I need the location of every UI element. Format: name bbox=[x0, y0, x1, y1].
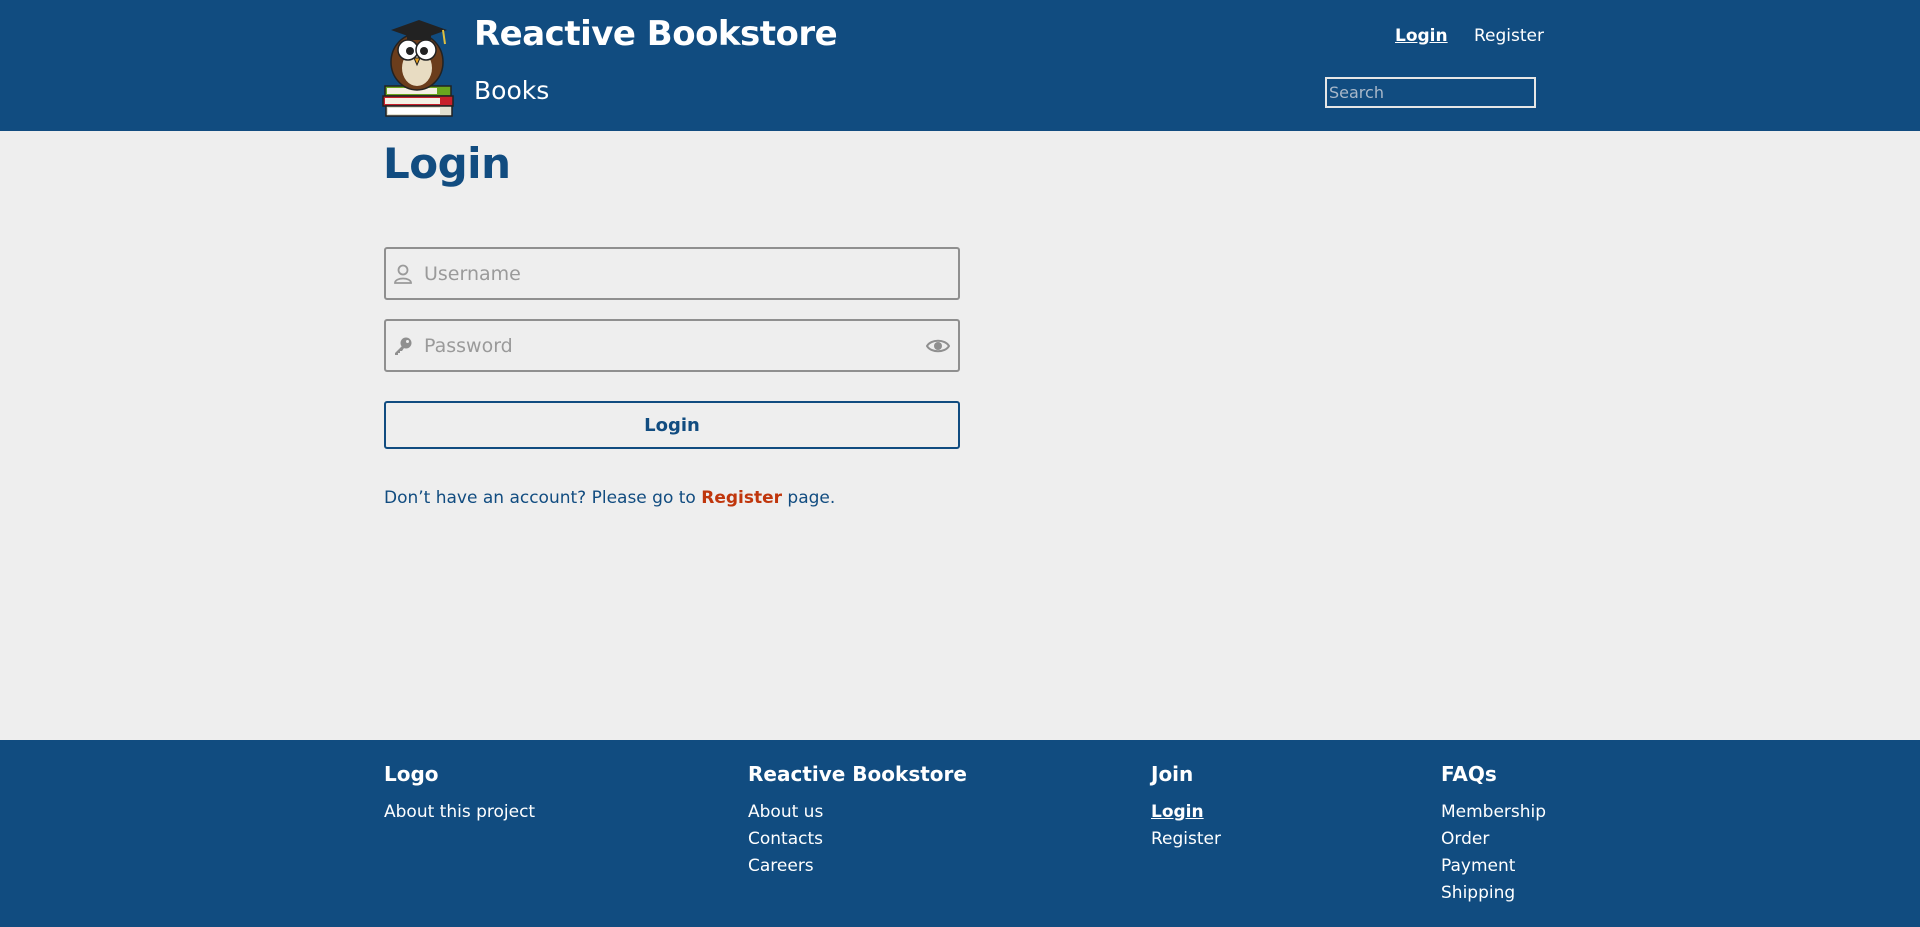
user-icon bbox=[394, 264, 412, 284]
footer-column-join: Join Login Register bbox=[1151, 762, 1221, 853]
register-link[interactable]: Register bbox=[701, 488, 782, 508]
owl-logo[interactable] bbox=[381, 12, 457, 120]
footer-column-faqs: FAQs Membership Order Payment Shipping bbox=[1441, 762, 1546, 907]
footer-column-bookstore: Reactive Bookstore About us Contacts Car… bbox=[748, 762, 967, 880]
footer-link-about-project[interactable]: About this project bbox=[384, 799, 535, 826]
site-footer: Logo About this project Reactive Booksto… bbox=[0, 740, 1920, 927]
search-input[interactable] bbox=[1325, 77, 1536, 108]
footer-link-register[interactable]: Register bbox=[1151, 826, 1221, 853]
page-title: Login bbox=[383, 139, 511, 188]
footer-link-shipping[interactable]: Shipping bbox=[1441, 880, 1546, 907]
footer-heading: Join bbox=[1151, 762, 1194, 786]
footer-link-payment[interactable]: Payment bbox=[1441, 853, 1546, 880]
footer-link-careers[interactable]: Careers bbox=[748, 853, 967, 880]
footer-link-contacts[interactable]: Contacts bbox=[748, 826, 967, 853]
footer-heading: Reactive Bookstore bbox=[748, 762, 967, 786]
footer-link-membership[interactable]: Membership bbox=[1441, 799, 1546, 826]
password-input[interactable] bbox=[424, 321, 904, 370]
key-icon bbox=[395, 337, 412, 355]
site-header: Reactive Bookstore Books Login Register bbox=[0, 0, 1920, 131]
password-field[interactable] bbox=[384, 319, 960, 372]
footer-heading: Logo bbox=[384, 762, 439, 786]
register-hint-suffix: page. bbox=[782, 488, 836, 508]
footer-link-order[interactable]: Order bbox=[1441, 826, 1546, 853]
footer-column-logo: Logo About this project bbox=[384, 762, 535, 826]
eye-icon[interactable] bbox=[926, 336, 950, 356]
footer-link-about-us[interactable]: About us bbox=[748, 799, 967, 826]
register-hint-prefix: Don’t have an account? Please go to bbox=[384, 488, 702, 508]
username-field[interactable] bbox=[384, 247, 960, 300]
nav-books[interactable]: Books bbox=[474, 76, 549, 105]
footer-heading: FAQs bbox=[1441, 762, 1497, 786]
brand-title[interactable]: Reactive Bookstore bbox=[474, 14, 838, 54]
nav-register-link[interactable]: Register bbox=[1474, 26, 1544, 46]
register-hint: Don’t have an account? Please go to Regi… bbox=[384, 488, 835, 508]
nav-login-link[interactable]: Login bbox=[1395, 26, 1448, 46]
footer-link-login[interactable]: Login bbox=[1151, 799, 1221, 826]
username-input[interactable] bbox=[424, 249, 904, 298]
login-button[interactable]: Login bbox=[384, 401, 960, 449]
